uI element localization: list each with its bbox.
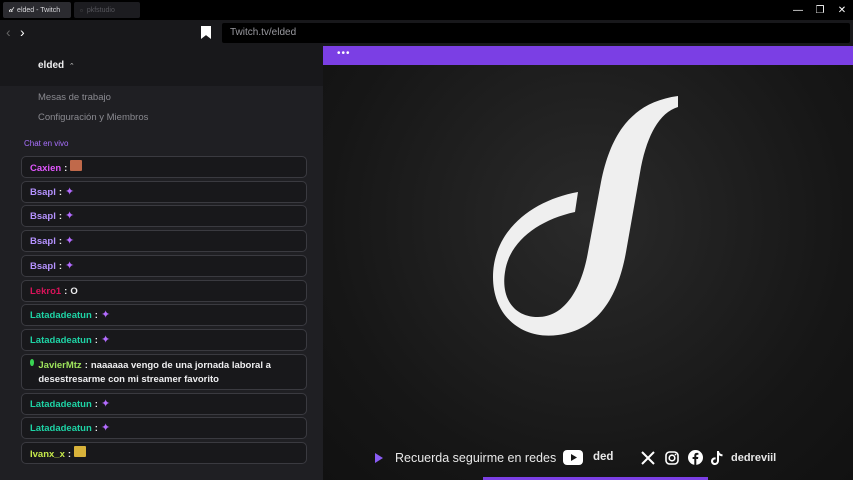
section-label-chat: Chat en vivo — [24, 139, 69, 148]
tab-icon: ▫ — [80, 5, 83, 15]
youtube-icon — [563, 450, 583, 465]
chat-colon: : — [94, 399, 98, 410]
purple-emote-icon: ✦ — [100, 398, 111, 410]
chat-message: Bsapl: ✦ — [21, 255, 307, 277]
tab-label: elded - Twitch — [17, 6, 61, 14]
purple-emote-icon: ✦ — [65, 235, 75, 247]
chat-message: Latadadeatun: ✦ — [21, 304, 307, 326]
chat-colon: : — [58, 236, 63, 247]
chat-colon: : — [94, 335, 98, 346]
window-titlebar: 𝒹 elded - Twitch ▫ pkfstudio — ❐ ✕ — [0, 0, 853, 20]
purple-emote-icon: ✦ — [65, 210, 75, 222]
twitch-logo-icon: 𝒹 — [9, 5, 14, 14]
chat-body: Latadadeatun: ✦ — [30, 422, 113, 434]
back-icon[interactable]: ‹ — [6, 24, 11, 40]
chat-body: Ivanx_x: — [30, 446, 87, 460]
chat-username[interactable]: Latadadeatun — [30, 423, 92, 434]
chat-message: Latadadeatun: ✦ — [21, 393, 307, 415]
chat-message: Bsapl: ✦ — [21, 181, 307, 203]
chat-colon: : — [58, 187, 63, 198]
minimize-icon[interactable]: — — [787, 0, 809, 20]
chat-message: Latadadeatun: ✦ — [21, 329, 307, 351]
menu-item-configuracion[interactable]: Configuración y Miembros — [38, 112, 148, 123]
chat-username[interactable]: Latadadeatun — [30, 310, 92, 321]
channel-selector[interactable]: elded ⌃ — [0, 46, 323, 86]
chat-message: Caxien: — [21, 156, 307, 178]
chat-body: Bsapl: ✦ — [30, 235, 77, 247]
chat-colon: : — [58, 211, 63, 222]
window-controls: — ❐ ✕ — [787, 0, 853, 20]
tiktok-icon — [711, 451, 723, 465]
chat-colon: : — [64, 285, 68, 297]
instagram-icon — [665, 451, 679, 465]
play-icon — [375, 453, 383, 463]
social-handle: dedreviil — [731, 452, 777, 464]
chat-username[interactable]: Ivanx_x — [30, 449, 65, 460]
chat-username[interactable]: Caxien — [30, 163, 61, 174]
tab-label: pkfstudio — [86, 6, 115, 14]
chat-body: Latadadeatun: ✦ — [30, 334, 113, 346]
chat-colon: : — [94, 310, 98, 321]
chat-message: JavierMtz: naaaaaa vengo de una jornada l… — [21, 354, 307, 390]
stream-view: ••• Recuerda seguirme en redes ded dedre… — [323, 46, 853, 480]
face-emote-icon — [74, 446, 87, 457]
purple-emote-icon: ✦ — [65, 260, 75, 272]
chat-username[interactable]: Latadadeatun — [30, 399, 92, 410]
browser-tab-active[interactable]: 𝒹 elded - Twitch — [3, 2, 71, 18]
chat-body: Latadadeatun: ✦ — [30, 309, 113, 321]
chat-colon: : — [67, 449, 72, 460]
chat-colon: : — [94, 423, 98, 434]
chevron-icon: ⌃ — [68, 63, 75, 70]
chat-colon: : — [58, 261, 63, 272]
forward-icon[interactable]: › — [20, 24, 25, 40]
close-icon[interactable]: ✕ — [831, 0, 853, 20]
chat-message: Bsapl: ✦ — [21, 230, 307, 252]
chat-colon: : — [64, 163, 68, 174]
purple-emote-icon: ✦ — [100, 309, 111, 321]
footer-text: Recuerda seguirme en redes — [395, 451, 557, 465]
chat-username[interactable]: Bsapl — [30, 211, 56, 222]
chat-body: JavierMtz: naaaaaa vengo de una jornada l… — [38, 359, 298, 387]
chat-body: Lekro1: O — [30, 286, 78, 297]
facebook-icon — [688, 450, 703, 465]
restore-icon[interactable]: ❐ — [809, 0, 831, 20]
purple-emote-icon: ✦ — [100, 334, 111, 346]
chat-body: Bsapl: ✦ — [30, 186, 77, 198]
chat-colon: : — [84, 360, 88, 371]
youtube-handle: ded — [593, 451, 614, 463]
more-options-icon[interactable]: ••• — [337, 48, 351, 59]
chat-message: Bsapl: ✦ — [21, 205, 307, 227]
x-icon — [641, 451, 655, 465]
verified-badge-icon — [30, 359, 35, 366]
channel-logo — [493, 96, 678, 336]
chat-username[interactable]: Lekro1 — [30, 286, 61, 297]
chat-message: Lekro1: O — [21, 280, 307, 302]
chat-body: Bsapl: ✦ — [30, 260, 77, 272]
menu-item-mesas[interactable]: Mesas de trabajo — [38, 92, 111, 103]
stream-topbar: ••• — [323, 46, 853, 65]
chat-username[interactable]: Bsapl — [30, 261, 56, 272]
channel-name: elded ⌃ — [38, 60, 75, 71]
cat-emote-icon — [70, 160, 83, 171]
chat-username[interactable]: JavierMtz — [38, 360, 81, 371]
chat-message: Latadadeatun: ✦ — [21, 417, 307, 439]
chat-username[interactable]: Bsapl — [30, 236, 56, 247]
chat-body: Caxien: — [30, 160, 83, 174]
chat-username[interactable]: Latadadeatun — [30, 335, 92, 346]
chat-body: Bsapl: ✦ — [30, 210, 77, 222]
purple-emote-icon: ✦ — [100, 422, 111, 434]
chat-message: Ivanx_x: — [21, 442, 307, 464]
purple-emote-icon: ✦ — [65, 186, 75, 198]
chat-username[interactable]: Bsapl — [30, 187, 56, 198]
url-input[interactable]: Twitch.tv/elded — [222, 23, 850, 43]
chat-body: Latadadeatun: ✦ — [30, 398, 113, 410]
browser-tab-inactive[interactable]: ▫ pkfstudio — [74, 2, 140, 18]
chat-text: O — [70, 285, 78, 297]
